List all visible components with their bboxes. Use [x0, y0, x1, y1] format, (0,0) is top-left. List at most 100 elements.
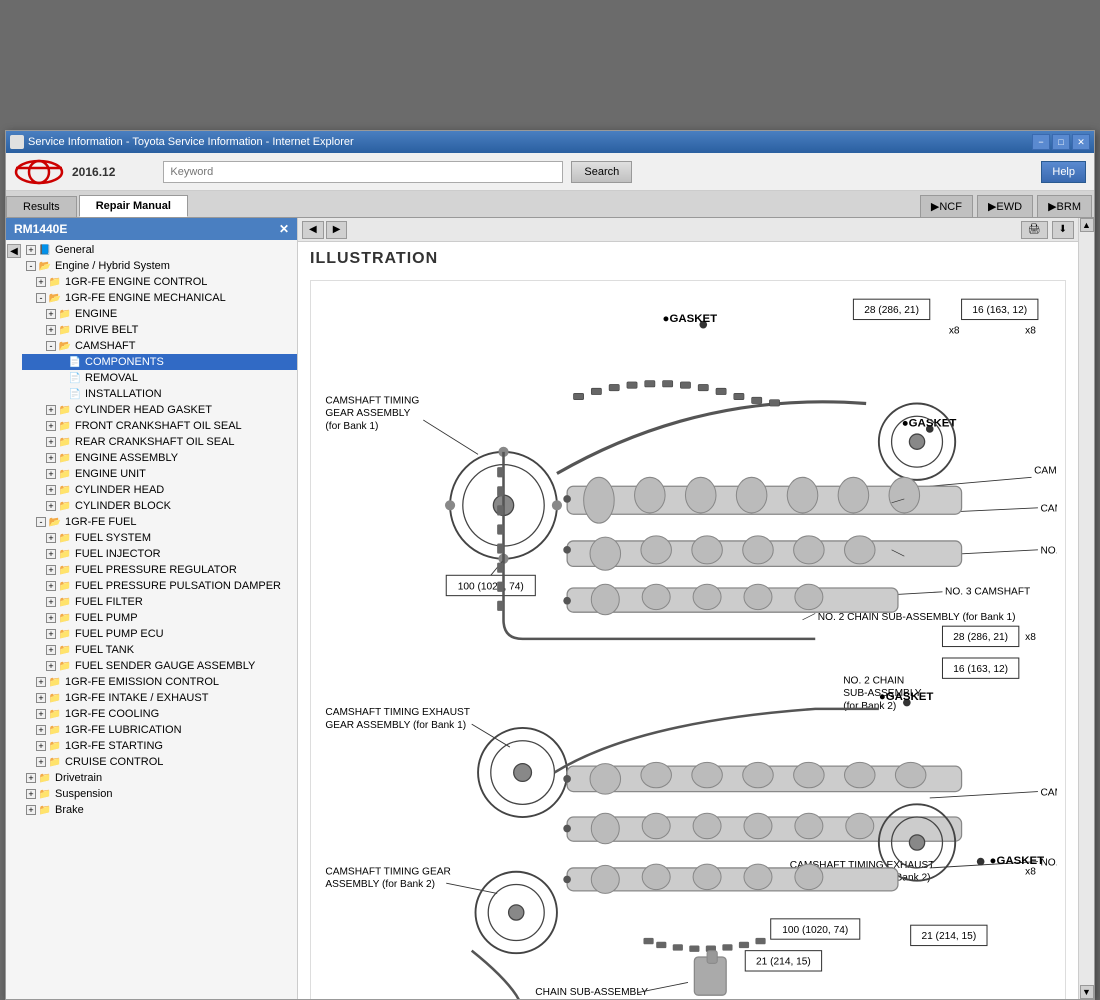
sidebar-item-lubrication[interactable]: + 📁 1GR-FE LUBRICATION — [22, 722, 297, 738]
expand-fuel-pump[interactable]: + — [46, 613, 56, 623]
expand-fuel-injector[interactable]: + — [46, 549, 56, 559]
sidebar-item-rear-crank-seal[interactable]: + 📁 REAR CRANKSHAFT OIL SEAL — [22, 434, 297, 450]
expand-brake[interactable]: + — [26, 805, 36, 815]
expand-1gr-engine-mech[interactable]: - — [36, 293, 46, 303]
sidebar-item-fuel-system[interactable]: + 📁 FUEL SYSTEM — [22, 530, 297, 546]
expand-cylinder-block[interactable]: + — [46, 501, 56, 511]
expand-drive-belt[interactable]: + — [46, 325, 56, 335]
sidebar-item-suspension[interactable]: + 📁 Suspension — [22, 786, 297, 802]
tab-ncf[interactable]: ▶NCF — [920, 195, 973, 217]
sidebar-item-fuel-sender-gauge[interactable]: + 📁 FUEL SENDER GAUGE ASSEMBLY — [22, 658, 297, 674]
tab-ewd[interactable]: ▶EWD — [977, 195, 1033, 217]
tab-bar: Results Repair Manual ▶NCF ▶EWD ▶BRM — [6, 191, 1094, 218]
sidebar-item-front-crank-seal[interactable]: + 📁 FRONT CRANKSHAFT OIL SEAL — [22, 418, 297, 434]
expand-engine[interactable]: + — [46, 309, 56, 319]
expand-fuel-pulsation[interactable]: + — [46, 581, 56, 591]
sidebar-item-engine[interactable]: + 📁 ENGINE — [22, 306, 297, 322]
brake-icon: 📁 — [38, 803, 52, 817]
tab-brm[interactable]: ▶BRM — [1037, 195, 1092, 217]
sidebar-item-installation[interactable]: 📄 INSTALLATION — [22, 386, 297, 402]
sidebar-item-fuel-injector[interactable]: + 📁 FUEL INJECTOR — [22, 546, 297, 562]
tab-repair-manual[interactable]: Repair Manual — [79, 195, 188, 217]
svg-text:(for Bank 1): (for Bank 1) — [325, 421, 378, 432]
expand-starting[interactable]: + — [36, 741, 46, 751]
sidebar-item-engine-hybrid[interactable]: - 📂 Engine / Hybrid System — [22, 258, 297, 274]
sidebar-item-fuel-pump[interactable]: + 📁 FUEL PUMP — [22, 610, 297, 626]
expand-general[interactable]: + — [26, 245, 36, 255]
expand-rear-crank-seal[interactable]: + — [46, 437, 56, 447]
sidebar-label-fuel-pump-ecu: FUEL PUMP ECU — [75, 628, 164, 640]
expand-drivetrain[interactable]: + — [26, 773, 36, 783]
svg-text:NO. 2 CHAIN: NO. 2 CHAIN — [843, 675, 904, 686]
sidebar-item-fuel-tank[interactable]: + 📁 FUEL TANK — [22, 642, 297, 658]
sidebar-item-engine-assembly[interactable]: + 📁 ENGINE ASSEMBLY — [22, 450, 297, 466]
sidebar-item-emission-control[interactable]: + 📁 1GR-FE EMISSION CONTROL — [22, 674, 297, 690]
sidebar-header: RM1440E ✕ — [6, 218, 297, 240]
expand-1gr-fuel[interactable]: - — [36, 517, 46, 527]
sidebar-item-cooling[interactable]: + 📁 1GR-FE COOLING — [22, 706, 297, 722]
expand-1gr-engine-control[interactable]: + — [36, 277, 46, 287]
sidebar-item-fuel-pulsation[interactable]: + 📁 FUEL PRESSURE PULSATION DAMPER — [22, 578, 297, 594]
expand-suspension[interactable]: + — [26, 789, 36, 799]
expand-fuel-sender-gauge[interactable]: + — [46, 661, 56, 671]
sidebar-item-intake-exhaust[interactable]: + 📁 1GR-FE INTAKE / EXHAUST — [22, 690, 297, 706]
sidebar-nav-button[interactable]: ◀ — [7, 244, 21, 258]
expand-engine-assembly[interactable]: + — [46, 453, 56, 463]
expand-fuel-pump-ecu[interactable]: + — [46, 629, 56, 639]
expand-engine-hybrid[interactable]: - — [26, 261, 36, 271]
expand-cylinder-head-gasket[interactable]: + — [46, 405, 56, 415]
sidebar-item-cylinder-block[interactable]: + 📁 CYLINDER BLOCK — [22, 498, 297, 514]
expand-cylinder-head[interactable]: + — [46, 485, 56, 495]
expand-fuel-tank[interactable]: + — [46, 645, 56, 655]
tab-results[interactable]: Results — [6, 196, 77, 217]
expand-camshaft[interactable]: - — [46, 341, 56, 351]
scroll-up-button[interactable]: ▲ — [1080, 218, 1094, 232]
camshaft-folder-open-icon: 📂 — [58, 339, 72, 353]
svg-text:NO. 2 CAMSHAFT: NO. 2 CAMSHAFT — [1040, 546, 1057, 557]
expand-fuel-pressure-reg[interactable]: + — [46, 565, 56, 575]
svg-text:SUB-ASSEMBLY: SUB-ASSEMBLY — [843, 688, 921, 699]
print-button[interactable]: 🖨 — [1021, 221, 1048, 239]
expand-front-crank-seal[interactable]: + — [46, 421, 56, 431]
scroll-down-button[interactable]: ▼ — [1080, 985, 1094, 999]
lubrication-icon: 📁 — [48, 723, 62, 737]
expand-engine-unit[interactable]: + — [46, 469, 56, 479]
sidebar-item-fuel-pump-ecu[interactable]: + 📁 FUEL PUMP ECU — [22, 626, 297, 642]
cooling-icon: 📁 — [48, 707, 62, 721]
sidebar-item-drivetrain[interactable]: + 📁 Drivetrain — [22, 770, 297, 786]
expand-fuel-system[interactable]: + — [46, 533, 56, 543]
sidebar-item-cylinder-head[interactable]: + 📁 CYLINDER HEAD — [22, 482, 297, 498]
sidebar-item-cylinder-head-gasket[interactable]: + 📁 CYLINDER HEAD GASKET — [22, 402, 297, 418]
expand-fuel-filter[interactable]: + — [46, 597, 56, 607]
expand-cooling[interactable]: + — [36, 709, 46, 719]
sidebar-item-brake[interactable]: + 📁 Brake — [22, 802, 297, 818]
sidebar-item-camshaft[interactable]: - 📂 CAMSHAFT — [22, 338, 297, 354]
sidebar-item-fuel-pressure-reg[interactable]: + 📁 FUEL PRESSURE REGULATOR — [22, 562, 297, 578]
sidebar-item-1gr-fuel[interactable]: - 📂 1GR-FE FUEL — [22, 514, 297, 530]
sidebar-item-cruise-control[interactable]: + 📁 CRUISE CONTROL — [22, 754, 297, 770]
sidebar-label-general: General — [55, 244, 94, 256]
sidebar-close-button[interactable]: ✕ — [279, 222, 289, 236]
search-button[interactable]: Search — [571, 161, 632, 183]
expand-intake-exhaust[interactable]: + — [36, 693, 46, 703]
sidebar-item-components[interactable]: 📄 COMPONENTS — [22, 354, 297, 370]
sidebar-item-engine-unit[interactable]: + 📁 ENGINE UNIT — [22, 466, 297, 482]
help-button[interactable]: Help — [1041, 161, 1086, 183]
nav-forward-button[interactable]: ▶ — [326, 221, 348, 239]
maximize-button[interactable]: □ — [1052, 134, 1070, 150]
download-button[interactable]: ⬇ — [1052, 221, 1074, 239]
close-button[interactable]: ✕ — [1072, 134, 1090, 150]
nav-back-button[interactable]: ◀ — [302, 221, 324, 239]
sidebar-item-starting[interactable]: + 📁 1GR-FE STARTING — [22, 738, 297, 754]
sidebar-item-1gr-engine-mech[interactable]: - 📂 1GR-FE ENGINE MECHANICAL — [22, 290, 297, 306]
sidebar-item-general[interactable]: + 📘 General — [22, 242, 297, 258]
sidebar-item-drive-belt[interactable]: + 📁 DRIVE BELT — [22, 322, 297, 338]
sidebar-item-1gr-engine-control[interactable]: + 📁 1GR-FE ENGINE CONTROL — [22, 274, 297, 290]
minimize-button[interactable]: − — [1032, 134, 1050, 150]
expand-cruise-control[interactable]: + — [36, 757, 46, 767]
sidebar-item-fuel-filter[interactable]: + 📁 FUEL FILTER — [22, 594, 297, 610]
expand-lubrication[interactable]: + — [36, 725, 46, 735]
search-input[interactable] — [163, 161, 563, 183]
sidebar-item-removal[interactable]: 📄 REMOVAL — [22, 370, 297, 386]
expand-emission-control[interactable]: + — [36, 677, 46, 687]
